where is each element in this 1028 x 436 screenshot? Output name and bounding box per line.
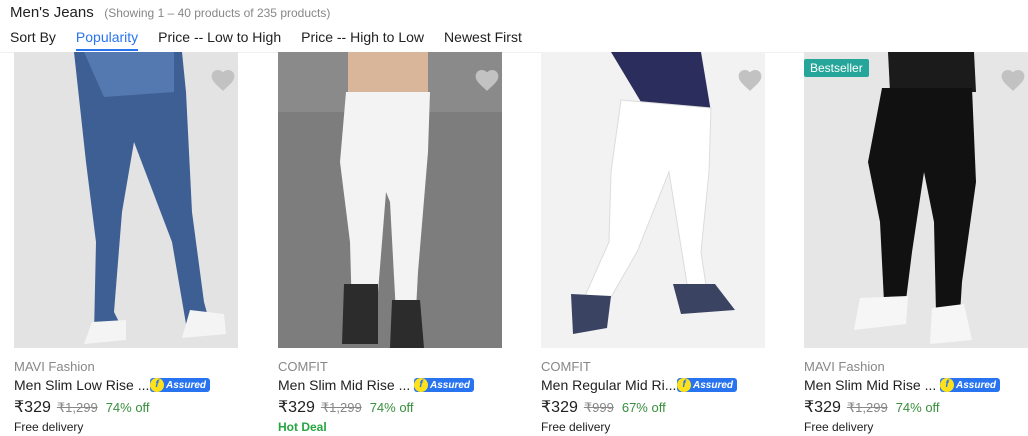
name-row: Men Slim Mid Rise ... f Assured: [804, 377, 1001, 393]
discount: 74% off: [895, 400, 940, 415]
assured-badge: f Assured: [940, 378, 1001, 392]
discount: 67% off: [621, 400, 666, 415]
sort-popularity[interactable]: Popularity: [75, 29, 139, 51]
product-brand: MAVI Fashion: [14, 359, 95, 374]
delivery-info: Free delivery: [14, 420, 84, 434]
delivery-info: Free delivery: [541, 420, 611, 434]
product-image[interactable]: Bestseller: [804, 52, 1028, 348]
result-count: (Showing 1 – 40 products of 235 products…: [104, 6, 331, 20]
product-card[interactable]: Bestseller MAVI Fashion Men Slim Mid Ris…: [800, 52, 1028, 436]
selling-price: ₹329: [278, 399, 315, 416]
original-price: ₹999: [583, 400, 614, 415]
page-title: Men's Jeans: [10, 4, 94, 21]
original-price: ₹1,299: [846, 400, 888, 415]
product-brand: COMFIT: [541, 359, 591, 374]
name-row: Men Slim Mid Rise ... f Assured: [278, 377, 475, 393]
assured-badge: f Assured: [677, 378, 738, 392]
selling-price: ₹329: [804, 399, 841, 416]
heart-icon[interactable]: [210, 68, 236, 92]
price-row: ₹329 ₹1,299 74% off: [278, 397, 414, 417]
product-name[interactable]: Men Slim Low Rise ...: [14, 377, 150, 393]
assured-badge: f Assured: [414, 378, 475, 392]
product-name[interactable]: Men Regular Mid Ri...: [541, 377, 677, 393]
product-brand: COMFIT: [278, 359, 328, 374]
product-card[interactable]: COMFIT Men Regular Mid Ri... f Assured ₹3…: [537, 52, 765, 436]
results-header: Men's Jeans (Showing 1 – 40 products of …: [0, 0, 1028, 53]
name-row: Men Regular Mid Ri... f Assured: [541, 377, 738, 393]
heart-icon[interactable]: [474, 68, 500, 92]
product-image[interactable]: [14, 52, 238, 348]
assured-label: Assured: [166, 379, 207, 391]
product-brand: MAVI Fashion: [804, 359, 885, 374]
product-name[interactable]: Men Slim Mid Rise ...: [278, 377, 414, 393]
sort-price-high-low[interactable]: Price -- High to Low: [301, 29, 424, 51]
name-row: Men Slim Low Rise ... f Assured: [14, 377, 211, 393]
bestseller-badge: Bestseller: [804, 59, 869, 77]
product-card[interactable]: MAVI Fashion Men Slim Low Rise ... f Assu…: [10, 52, 238, 436]
assured-label: Assured: [693, 379, 734, 391]
price-row: ₹329 ₹999 67% off: [541, 397, 666, 417]
heart-icon[interactable]: [737, 68, 763, 92]
sort-label: Sort By: [10, 29, 56, 45]
product-image[interactable]: [278, 52, 502, 348]
original-price: ₹1,299: [56, 400, 98, 415]
price-row: ₹329 ₹1,299 74% off: [804, 397, 940, 417]
heart-icon[interactable]: [1000, 68, 1026, 92]
sort-bar: Sort By Popularity Price -- Low to High …: [10, 29, 542, 51]
price-row: ₹329 ₹1,299 74% off: [14, 397, 150, 417]
discount: 74% off: [105, 400, 150, 415]
product-image[interactable]: [541, 52, 765, 348]
assured-badge: f Assured: [150, 378, 211, 392]
flipkart-f-icon: f: [414, 378, 428, 392]
sort-price-low-high[interactable]: Price -- Low to High: [158, 29, 281, 51]
flipkart-f-icon: f: [150, 378, 164, 392]
assured-label: Assured: [956, 379, 997, 391]
assured-label: Assured: [430, 379, 471, 391]
product-name[interactable]: Men Slim Mid Rise ...: [804, 377, 940, 393]
product-grid: MAVI Fashion Men Slim Low Rise ... f Assu…: [0, 52, 1028, 436]
flipkart-f-icon: f: [677, 378, 691, 392]
delivery-info: Free delivery: [804, 420, 874, 434]
product-card[interactable]: COMFIT Men Slim Mid Rise ... f Assured ₹3…: [274, 52, 502, 436]
selling-price: ₹329: [541, 399, 578, 416]
title-row: Men's Jeans (Showing 1 – 40 products of …: [10, 4, 330, 22]
sort-newest[interactable]: Newest First: [444, 29, 522, 51]
discount: 74% off: [369, 400, 414, 415]
original-price: ₹1,299: [320, 400, 362, 415]
selling-price: ₹329: [14, 399, 51, 416]
flipkart-f-icon: f: [940, 378, 954, 392]
hot-deal-label: Hot Deal: [278, 420, 327, 434]
